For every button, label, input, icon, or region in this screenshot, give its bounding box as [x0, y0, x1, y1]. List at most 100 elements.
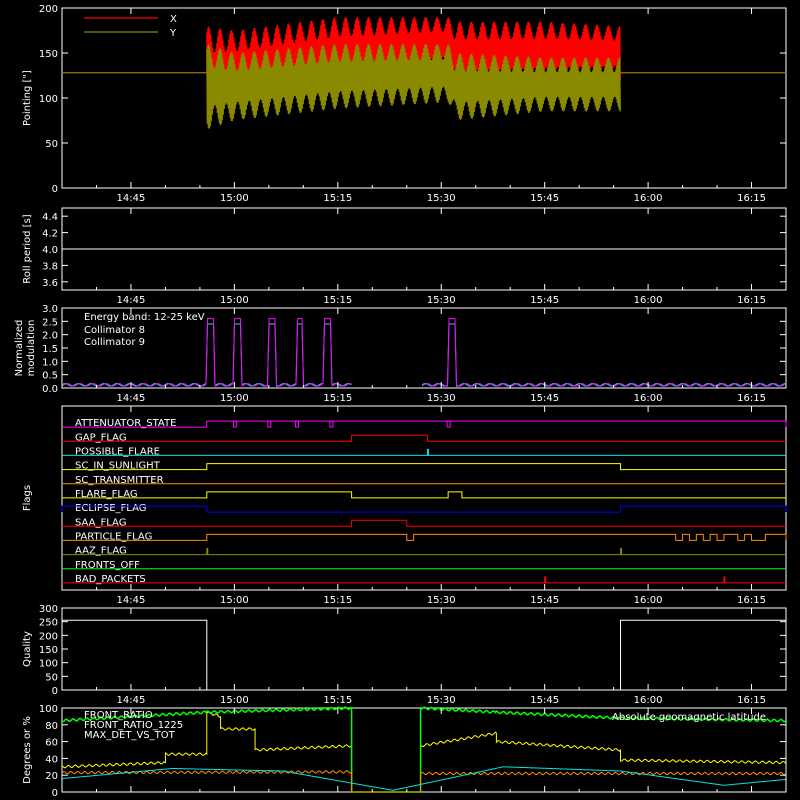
- ratios-ylabel: Degrees or %: [22, 716, 33, 784]
- modulation-ytick-label: 0.5: [42, 371, 58, 382]
- modulation-ytick-label: 1.5: [42, 344, 58, 355]
- quality-xtick-label: 15:30: [427, 695, 456, 706]
- modulation-ytick-label: 1.0: [42, 357, 58, 368]
- roll-ytick-label: 3.6: [42, 278, 58, 289]
- pointing-legend-label: Y: [169, 28, 177, 39]
- quality-ytick-label: 300: [39, 604, 58, 615]
- roll-ytick-label: 4.2: [42, 229, 58, 240]
- flag-line-GAP_FLAG: [62, 434, 786, 442]
- ratios-series-3: [61, 766, 786, 791]
- quality-ytick-label: 0: [52, 686, 58, 697]
- modulation-ytick-label: 2.0: [42, 331, 58, 342]
- pointing-ytick-label: 150: [39, 49, 58, 60]
- flag-dip: [267, 420, 272, 428]
- flag-dip: [446, 420, 451, 428]
- flag-line-ECLIPSE_FLAG: [61, 505, 787, 513]
- pointing-ytick-label: 200: [39, 4, 58, 15]
- modulation-xtick-label: 16:15: [737, 393, 766, 404]
- pointing-legend-label: X: [170, 14, 177, 25]
- modulation-ytick-label: 2.5: [42, 317, 58, 328]
- ratios-legend-label: MAX_DET_VS_TOT: [84, 730, 176, 741]
- quality-xtick-label: 15:45: [530, 695, 559, 706]
- modulation-xtick-label: 15:45: [530, 393, 559, 404]
- pointing-xtick-label: 15:00: [220, 193, 249, 204]
- flags-xtick-label: 15:30: [427, 595, 456, 606]
- roll-xtick-label: 14:45: [117, 295, 146, 306]
- modulation-ytick-label: 3.0: [42, 304, 58, 315]
- roll-ylabel: Roll period [s]: [22, 214, 33, 283]
- flags-xtick-label: 15:45: [530, 595, 559, 606]
- quality-ytick-label: 250: [39, 618, 58, 629]
- modulation-ytick-label: 0.0: [42, 384, 58, 395]
- quality-ytick-label: 200: [39, 631, 58, 642]
- pointing-xtick-label: 16:15: [737, 193, 766, 204]
- flags-xtick-label: 14:45: [117, 595, 146, 606]
- roll-ytick-label: 4.4: [42, 212, 58, 223]
- quality-ytick-label: 50: [45, 672, 58, 683]
- pointing-ytick-label: 50: [45, 139, 58, 150]
- roll-ytick-label: 4.0: [42, 245, 58, 256]
- modulation-xtick-label: 15:15: [323, 393, 352, 404]
- roll-xtick-label: 15:15: [323, 295, 352, 306]
- flag-line-FLARE_FLAG: [62, 491, 786, 499]
- roll-xtick-label: 15:45: [530, 295, 559, 306]
- quality-xtick-label: 15:00: [220, 695, 249, 706]
- modulation-xtick-label: 16:00: [634, 393, 663, 404]
- ratios-ytick-label: 20: [45, 771, 58, 782]
- pointing-xtick-label: 15:45: [530, 193, 559, 204]
- flags-xtick-label: 15:00: [220, 595, 249, 606]
- modulation-xtick-label: 15:30: [427, 393, 456, 404]
- flag-line-SC_IN_SUNLIGHT: [62, 463, 786, 471]
- quality-line: [62, 619, 786, 691]
- modulation-legend-label: Collimator 8: [84, 325, 145, 336]
- ratios-ytick-label: 60: [45, 738, 58, 749]
- pointing-ytick-label: 100: [39, 94, 58, 105]
- ratios-ytick-label: 80: [45, 721, 58, 732]
- quality-ytick-label: 150: [39, 645, 58, 656]
- modulation-xtick-label: 14:45: [117, 393, 146, 404]
- ratios-right-label: Absolute geomagnetic latitude: [612, 712, 766, 723]
- quality-xtick-label: 14:45: [117, 695, 146, 706]
- rhessi-quicklook-chart: XY050100150200Pointing ["]14:45 15:00 15:1…: [14, 4, 787, 799]
- ratios-ytick-label: 100: [39, 704, 58, 715]
- ratios-series-2: [61, 770, 786, 793]
- quality-xtick-label: 16:00: [634, 695, 663, 706]
- pointing-xtick-label: 16:00: [634, 193, 663, 204]
- roll-ytick-label: 3.8: [42, 261, 58, 272]
- flag-dip: [329, 420, 334, 428]
- modulation-legend-title: Energy band: 12-25 keV: [84, 312, 205, 323]
- modulation-2-ylabel: modulation: [26, 320, 37, 377]
- roll-xtick-label: 16:15: [737, 295, 766, 306]
- quality-xtick-label: 16:15: [737, 695, 766, 706]
- quality-xtick-label: 15:15: [323, 695, 352, 706]
- roll-xtick-label: 15:00: [220, 295, 249, 306]
- pointing-xtick-label: 14:45: [117, 193, 146, 204]
- flag-line-PARTICLE_FLAG: [62, 533, 787, 541]
- flag-line-AAZ_FLAG: [62, 548, 786, 556]
- roll-xtick-label: 16:00: [634, 295, 663, 306]
- pointing-xtick-label: 15:30: [427, 193, 456, 204]
- flag-line-BAD_PACKETS: [62, 576, 786, 584]
- flags-xtick-label: 15:15: [323, 595, 352, 606]
- flags-xtick-label: 16:15: [737, 595, 766, 606]
- roll-xtick-label: 15:30: [427, 295, 456, 306]
- modulation-legend-label: Collimator 9: [84, 337, 145, 348]
- ratios-ytick-label: 0: [52, 788, 58, 799]
- flag-line-SAA_FLAG: [62, 519, 786, 527]
- flag-line-POSSIBLE_FLARE: [62, 448, 786, 456]
- modulation-series-1: [421, 318, 786, 387]
- pointing-ytick-label: 0: [52, 184, 58, 195]
- ratios-ytick-label: 40: [45, 754, 58, 765]
- flag-dip: [232, 420, 237, 428]
- quality-ytick-label: 100: [39, 659, 58, 670]
- modulation-ylabel: Normalized: [14, 320, 25, 377]
- flags-xtick-label: 16:00: [634, 595, 663, 606]
- flags-ylabel: Flags: [22, 485, 33, 511]
- modulation-xtick-label: 15:00: [220, 393, 249, 404]
- modulation-series-0: [421, 323, 786, 387]
- flag-dip: [294, 420, 299, 428]
- quality-ylabel: Quality: [22, 631, 33, 667]
- flag-label: ECLIPSE_FLAG: [75, 503, 146, 514]
- pointing-xtick-label: 15:15: [323, 193, 352, 204]
- pointing-ylabel: Pointing ["]: [22, 70, 33, 126]
